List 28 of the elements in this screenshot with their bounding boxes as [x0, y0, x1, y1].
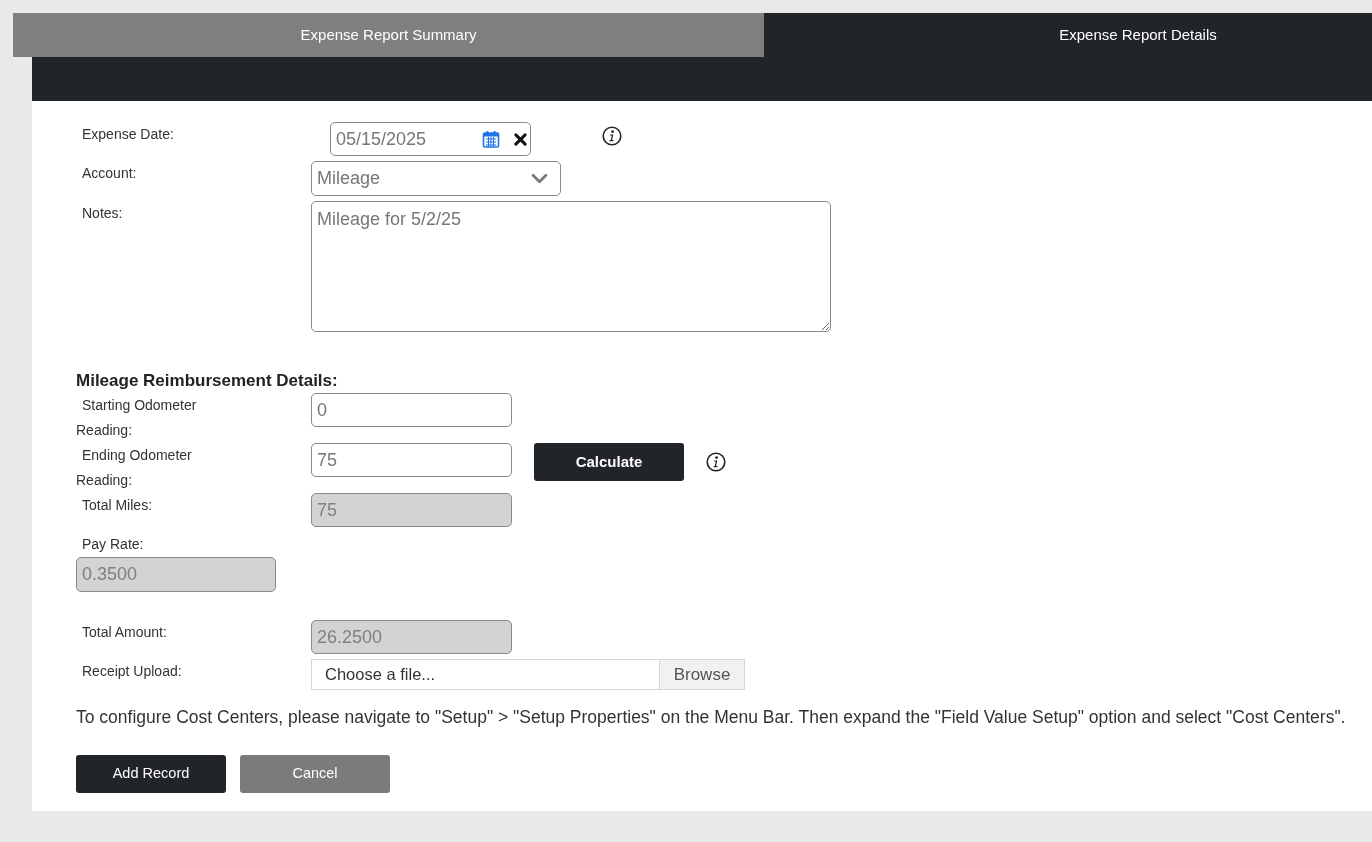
field-label: Total Miles: — [81, 496, 153, 515]
notes-field[interactable]: Mileage for 5/2/25 — [311, 201, 831, 332]
field-label: Total Amount: — [81, 623, 167, 642]
calendar-icon[interactable] — [482, 130, 500, 148]
help-text: To configure Cost Centers, please navigate to "Setup" > "Setup Properties" on the Menu Bar. Then expand the "Field Value Setup" option and select "Cost Centers". — [76, 706, 1347, 728]
file-field[interactable]: Choose a file... Browse — [311, 659, 745, 690]
field-label: Expense Date: — [81, 125, 174, 144]
select-field[interactable]: Mileage — [311, 161, 561, 196]
date-field[interactable]: 05/15/2025 — [330, 122, 531, 156]
text-field[interactable]: 0 — [311, 393, 512, 427]
calculate-button[interactable]: Calculate — [534, 443, 684, 481]
add-record-button[interactable]: Add Record — [76, 755, 226, 793]
chevron-down-icon — [531, 173, 548, 184]
field-label: Receipt Upload: — [81, 662, 182, 681]
clear-icon[interactable] — [514, 132, 527, 146]
info-icon[interactable] — [602, 126, 622, 146]
field-label: Starting Odometer Reading: — [76, 396, 198, 440]
field-label: Notes: — [81, 204, 123, 223]
browse-button[interactable]: Browse — [659, 660, 744, 689]
tab[interactable]: Expense Report Summary — [13, 13, 764, 57]
text-field[interactable]: 75 — [311, 443, 512, 477]
field-label: Ending Odometer Reading: — [76, 446, 193, 490]
cancel-button[interactable]: Cancel — [240, 755, 390, 793]
tab[interactable]: Expense Report Details — [764, 13, 1372, 57]
section-heading: Mileage Reimbursement Details: — [76, 371, 339, 391]
info-icon[interactable] — [706, 452, 726, 472]
field-label: Account: — [81, 164, 137, 183]
field-label: Pay Rate: — [81, 535, 144, 554]
